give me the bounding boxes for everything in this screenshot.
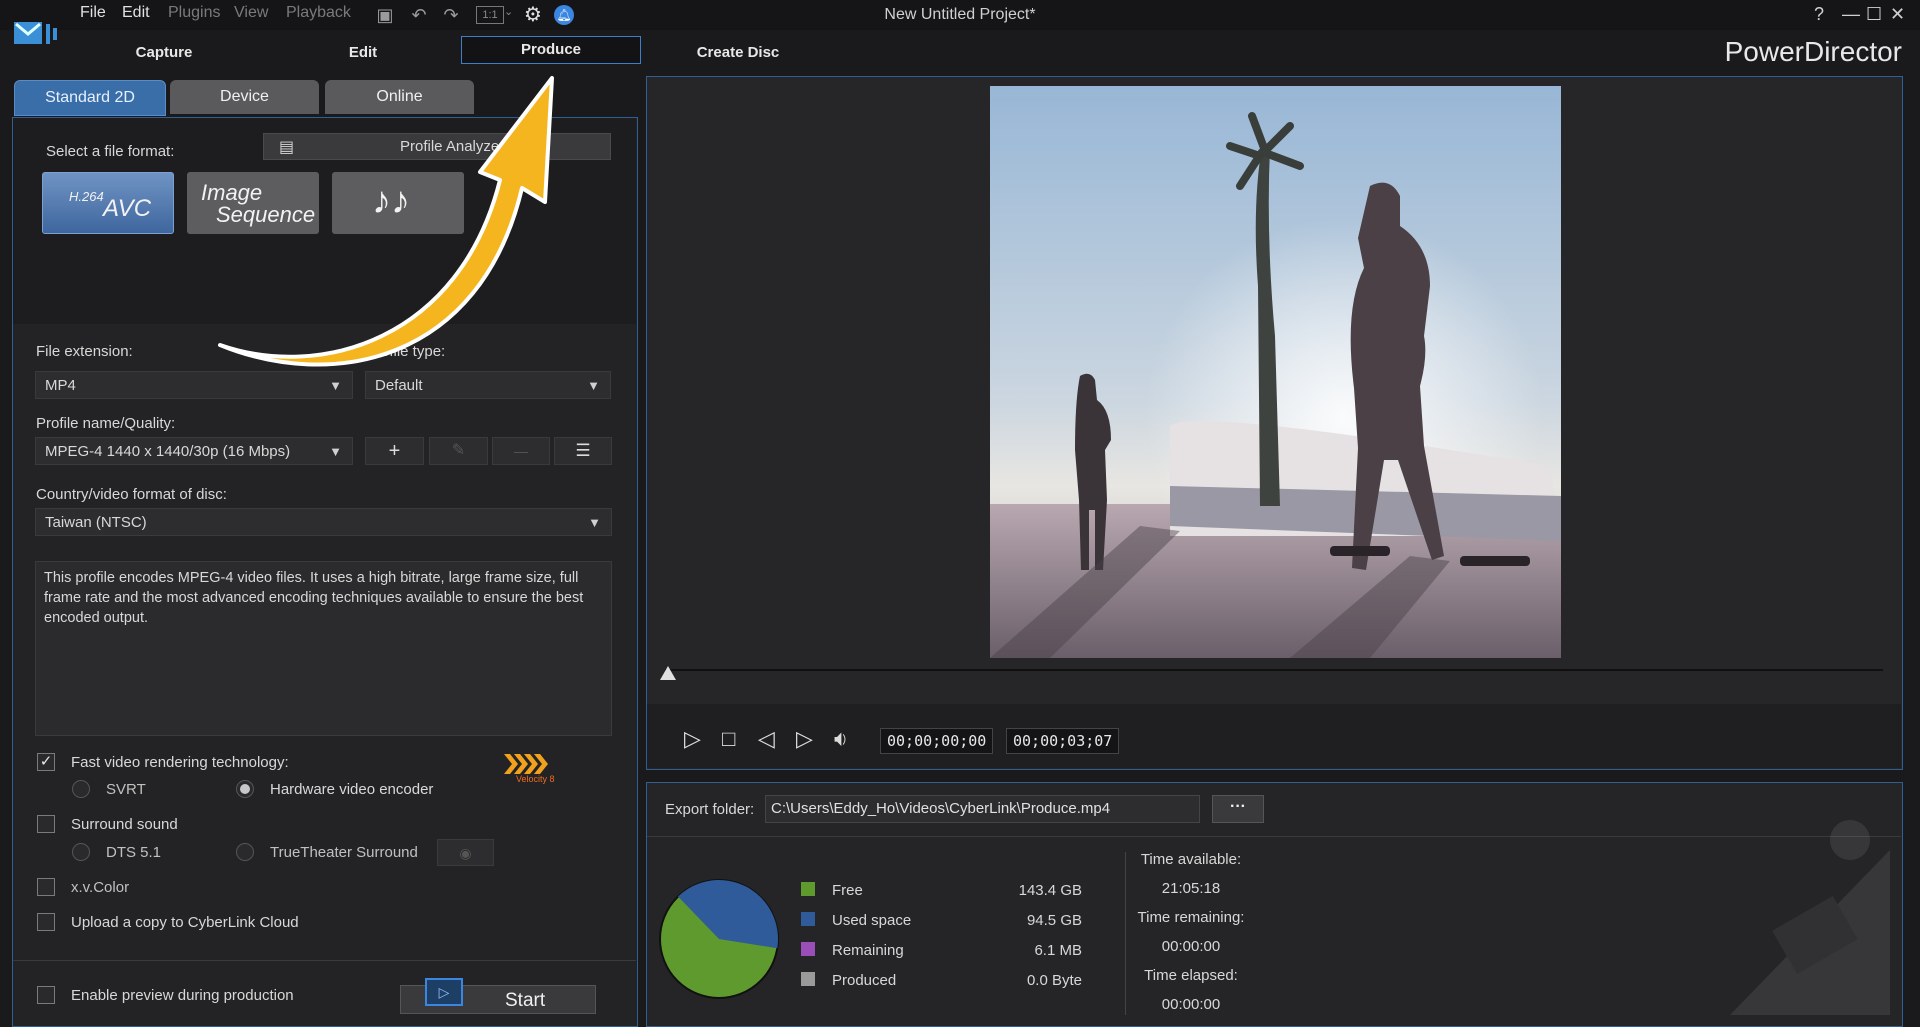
export-folder-input[interactable]: C:\Users\Eddy_Ho\Videos\CyberLink\Produc… bbox=[765, 795, 1200, 823]
velocity-logo: Velocity 8 bbox=[504, 754, 556, 786]
enable-preview-checkbox[interactable] bbox=[37, 986, 55, 1004]
eye-icon: ◉ bbox=[459, 845, 472, 861]
svrt-label: SVRT bbox=[106, 781, 146, 798]
next-frame-icon[interactable]: ▷ bbox=[796, 726, 813, 752]
file-format-label: Select a file format: bbox=[46, 143, 175, 160]
film-reel-watermark-icon bbox=[1690, 790, 1890, 1015]
surround-label: Surround sound bbox=[71, 816, 178, 833]
chevron-down-icon: ▼ bbox=[329, 444, 342, 459]
country-dropdown[interactable]: Taiwan (NTSC) ▼ bbox=[35, 508, 612, 536]
app-logo-icon[interactable] bbox=[12, 20, 60, 48]
profile-description: This profile encodes MPEG-4 video files.… bbox=[35, 561, 612, 736]
legend-used-value: 94.5 GB bbox=[1026, 912, 1082, 929]
country-value: Taiwan (NTSC) bbox=[45, 514, 147, 531]
upload-label: Upload a copy to CyberLink Cloud bbox=[71, 914, 299, 931]
svrt-radio[interactable] bbox=[72, 780, 90, 798]
maximize-icon[interactable]: ☐ bbox=[1866, 4, 1882, 25]
stop-icon[interactable]: □ bbox=[722, 726, 735, 752]
chevron-down-icon: ▼ bbox=[587, 378, 600, 393]
add-profile-button[interactable]: + bbox=[365, 437, 424, 465]
time-available-value: 21:05:18 bbox=[1161, 880, 1221, 897]
edit-profile-button[interactable]: ✎ bbox=[429, 437, 488, 465]
legend-remaining-value: 6.1 MB bbox=[1034, 942, 1082, 959]
divider bbox=[13, 960, 636, 961]
legend-free-value: 143.4 GB bbox=[1018, 882, 1082, 899]
playhead-handle-icon[interactable] bbox=[660, 666, 676, 680]
time-remaining-value: 00:00:00 bbox=[1161, 938, 1221, 955]
disk-legend: Free 143.4 GB Used space 94.5 GB Remaini… bbox=[800, 882, 1100, 1002]
enable-preview-label: Enable preview during production bbox=[71, 987, 294, 1004]
fast-render-label: Fast video rendering technology: bbox=[71, 754, 289, 771]
start-button[interactable]: ▷ Start bbox=[400, 978, 596, 1014]
time-remaining-label: Time remaining: bbox=[1137, 909, 1245, 926]
profile-quality-dropdown[interactable]: MPEG-4 1440 x 1440/30p (16 Mbps) ▼ bbox=[35, 437, 353, 465]
legend-remaining-label: Remaining bbox=[832, 942, 904, 959]
hardware-encoder-radio[interactable] bbox=[236, 780, 254, 798]
play-icon[interactable]: ▷ bbox=[684, 726, 701, 752]
window-title: New Untitled Project* bbox=[884, 6, 1036, 23]
profile-quality-label: Profile name/Quality: bbox=[36, 415, 176, 432]
close-icon[interactable]: ✕ bbox=[1890, 4, 1905, 25]
legend-used-label: Used space bbox=[832, 912, 912, 929]
legend-swatch-remaining bbox=[801, 942, 815, 956]
dts-radio[interactable] bbox=[72, 843, 90, 861]
file-extension-label: File extension: bbox=[36, 343, 133, 360]
start-play-icon: ▷ bbox=[425, 978, 463, 1006]
surround-settings-button[interactable]: ◉ bbox=[437, 839, 494, 866]
legend-produced-label: Produced bbox=[832, 972, 897, 989]
legend-swatch-produced bbox=[801, 972, 815, 986]
tab-create-disc[interactable]: Create Disc bbox=[668, 40, 808, 66]
file-extension-value: MP4 bbox=[45, 377, 76, 394]
current-time: 00;00;00;00 bbox=[880, 728, 994, 754]
subtab-standard-2d[interactable]: Standard 2D bbox=[14, 80, 166, 116]
timeline-scrubber[interactable] bbox=[665, 669, 1883, 671]
truetheater-radio[interactable] bbox=[236, 843, 254, 861]
disk-space-pie-chart bbox=[658, 878, 780, 1000]
time-elapsed-value: 00:00:00 bbox=[1161, 996, 1221, 1013]
previous-frame-icon[interactable]: ◁ bbox=[758, 726, 775, 752]
brand-logo-text: PowerDirector bbox=[1724, 36, 1902, 67]
remove-profile-button[interactable]: — bbox=[492, 437, 550, 465]
truetheater-label: TrueTheater Surround bbox=[270, 844, 418, 861]
velocity-label: Velocity 8 bbox=[516, 774, 555, 784]
export-folder-label: Export folder: bbox=[665, 801, 755, 818]
help-icon[interactable]: ? bbox=[1814, 4, 1824, 25]
volume-icon[interactable]: 🔉︎ bbox=[834, 726, 848, 752]
minimize-icon[interactable]: — bbox=[1842, 4, 1860, 25]
country-label: Country/video format of disc: bbox=[36, 486, 227, 503]
profile-details-button[interactable]: ☰ bbox=[554, 437, 612, 465]
legend-swatch-free bbox=[801, 882, 815, 896]
total-duration: 00;00;03;07 bbox=[1006, 728, 1120, 754]
upload-checkbox[interactable] bbox=[37, 913, 55, 931]
start-label: Start bbox=[505, 990, 546, 1011]
divider bbox=[1125, 852, 1126, 1015]
legend-free-label: Free bbox=[832, 882, 863, 899]
profile-quality-value: MPEG-4 1440 x 1440/30p (16 Mbps) bbox=[45, 443, 291, 460]
time-available-label: Time available: bbox=[1140, 851, 1242, 868]
legend-produced-value: 0.0 Byte bbox=[1026, 972, 1082, 989]
legend-swatch-used bbox=[801, 912, 815, 926]
chevron-down-icon: ▼ bbox=[588, 515, 601, 530]
fast-render-checkbox[interactable]: ✓ bbox=[37, 753, 55, 771]
xvcolor-checkbox[interactable] bbox=[37, 878, 55, 896]
xvcolor-label: x.v.Color bbox=[71, 879, 130, 896]
hardware-encoder-label: Hardware video encoder bbox=[270, 781, 434, 798]
h264-small-label: H.264 bbox=[69, 189, 104, 204]
avc-label: AVC bbox=[103, 195, 152, 222]
format-h264-avc-button[interactable]: H.264 AVC bbox=[42, 172, 174, 234]
browse-button[interactable]: ··· bbox=[1212, 795, 1264, 823]
surround-checkbox[interactable] bbox=[37, 815, 55, 833]
tutorial-arrow-icon bbox=[200, 60, 580, 380]
time-elapsed-label: Time elapsed: bbox=[1144, 967, 1238, 984]
video-preview bbox=[990, 86, 1561, 658]
dts-label: DTS 5.1 bbox=[106, 844, 162, 861]
